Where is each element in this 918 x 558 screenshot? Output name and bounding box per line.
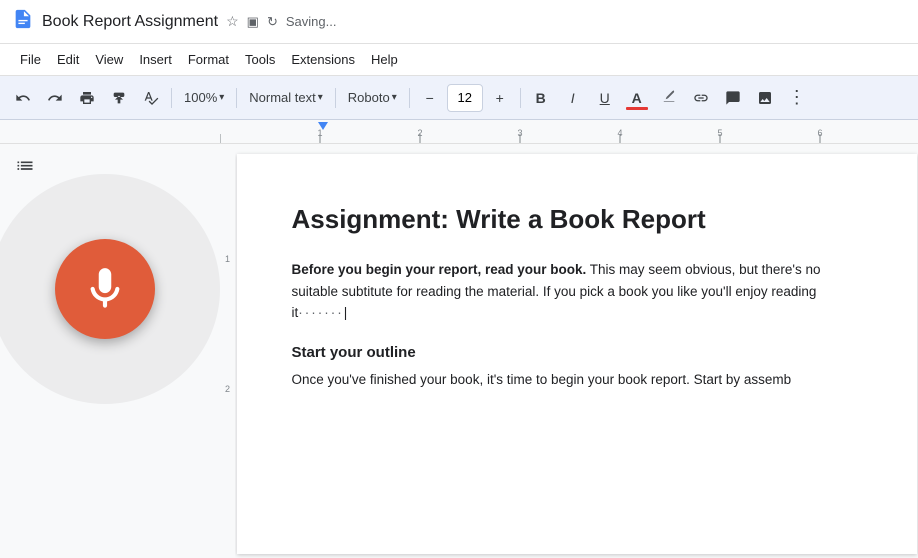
toolbar-divider-1 — [171, 88, 172, 108]
underline-button[interactable]: U — [590, 83, 620, 113]
drive-icon[interactable]: ▣ — [247, 14, 259, 30]
document-title[interactable]: Book Report Assignment — [42, 13, 218, 31]
insert-image-button[interactable] — [750, 83, 780, 113]
star-icon[interactable]: ☆ — [226, 13, 239, 30]
title-bar: Book Report Assignment ☆ ▣ ↻ Saving... — [0, 0, 918, 44]
font-size-decrease-button[interactable]: − — [415, 83, 445, 113]
more-options-button[interactable]: ⋮ — [782, 83, 812, 113]
toolbar-divider-5 — [520, 88, 521, 108]
zoom-select[interactable]: 100% ▾ — [177, 83, 231, 113]
text-style-arrow-icon: ▾ — [318, 92, 323, 103]
ruler-content: 1 2 3 4 5 6 — [220, 120, 918, 143]
menu-bar: File Edit View Insert Format Tools Exten… — [0, 44, 918, 76]
doc-app-icon — [12, 8, 34, 36]
ruler: 1 2 3 4 5 6 — [0, 120, 918, 144]
menu-help[interactable]: Help — [363, 48, 406, 71]
text-color-button[interactable]: A — [622, 83, 652, 113]
menu-insert[interactable]: Insert — [131, 48, 180, 71]
toolbar: 100% ▾ Normal text ▾ Roboto ▾ − + B I U … — [0, 76, 918, 120]
text-style-select[interactable]: Normal text ▾ — [242, 83, 330, 113]
print-button[interactable] — [72, 83, 102, 113]
document-area: Assignment: Write a Book Report Before y… — [235, 144, 918, 558]
menu-tools[interactable]: Tools — [237, 48, 283, 71]
menu-format[interactable]: Format — [180, 48, 237, 71]
font-arrow-icon: ▾ — [392, 92, 397, 103]
document-page[interactable]: Assignment: Write a Book Report Before y… — [237, 154, 917, 554]
document-heading: Assignment: Write a Book Report — [292, 204, 862, 235]
comment-button[interactable] — [718, 83, 748, 113]
zoom-arrow-icon: ▾ — [219, 92, 224, 103]
margin-number-2: 2 — [225, 384, 230, 394]
section1-title: Start your outline — [292, 344, 862, 361]
font-select[interactable]: Roboto ▾ — [341, 83, 404, 113]
toolbar-divider-2 — [236, 88, 237, 108]
document-paragraph-1: Before you begin your report, read your … — [292, 259, 862, 324]
margin-number-1: 1 — [225, 254, 230, 264]
voice-typing-button[interactable] — [55, 239, 155, 339]
para1-bold: Before you begin your report, read your … — [292, 262, 587, 277]
voice-history-icon[interactable]: ↻ — [267, 14, 278, 30]
page-margin: 1 2 — [220, 144, 235, 558]
menu-edit[interactable]: Edit — [49, 48, 87, 71]
main-content: 1 2 Assignment: Write a Book Report Befo… — [0, 144, 918, 558]
text-color-swatch — [626, 107, 648, 110]
paint-format-button[interactable] — [104, 83, 134, 113]
para1-dots: ······· — [298, 305, 343, 320]
bold-button[interactable]: B — [526, 83, 556, 113]
font-size-input[interactable] — [452, 90, 478, 105]
title-action-icons: ☆ ▣ ↻ — [226, 13, 278, 30]
menu-view[interactable]: View — [87, 48, 131, 71]
spellcheck-button[interactable] — [136, 83, 166, 113]
menu-extensions[interactable]: Extensions — [283, 48, 363, 71]
toolbar-divider-4 — [409, 88, 410, 108]
font-size-increase-button[interactable]: + — [485, 83, 515, 113]
font-size-box — [447, 84, 483, 112]
menu-file[interactable]: File — [12, 48, 49, 71]
italic-button[interactable]: I — [558, 83, 588, 113]
highlight-button[interactable] — [654, 83, 684, 113]
saving-status: Saving... — [286, 14, 337, 29]
redo-button[interactable] — [40, 83, 70, 113]
section1-body: Once you've finished your book, it's tim… — [292, 369, 862, 391]
voice-overlay — [0, 174, 220, 404]
link-button[interactable] — [686, 83, 716, 113]
toolbar-divider-3 — [335, 88, 336, 108]
outline-toggle-button[interactable] — [10, 154, 40, 184]
cursor: | — [344, 305, 348, 320]
sidebar — [0, 144, 220, 558]
undo-button[interactable] — [8, 83, 38, 113]
